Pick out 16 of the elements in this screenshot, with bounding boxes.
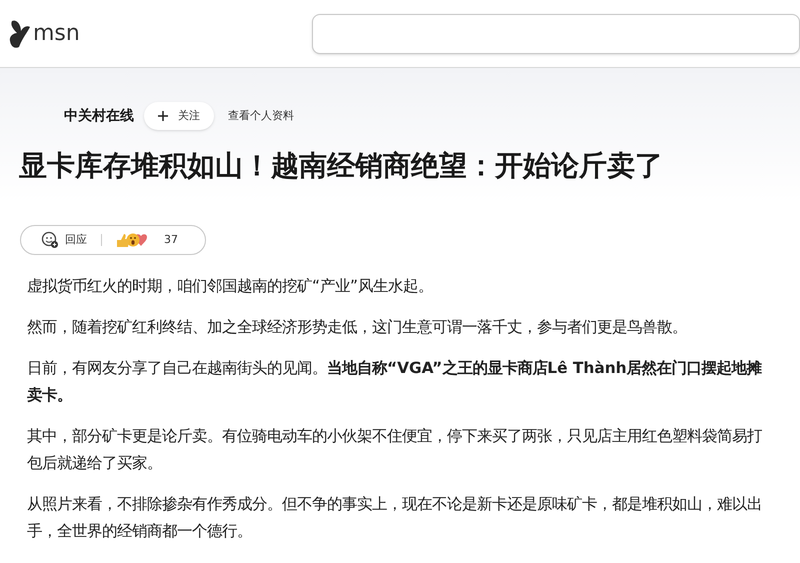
search-field[interactable] <box>312 14 800 54</box>
source-name[interactable]: 中关村在线 <box>64 106 134 126</box>
article-paragraph: 日前，有网友分享了自己在越南街头的见闻。当地自称“VGA”之王的显卡商店Lê Thành居然在门口摆起地摊卖卡。 <box>27 358 763 406</box>
article-title: 显卡库存堆积如山！越南经销商绝望：开始论斤卖了 <box>19 148 664 183</box>
butterfly-logo-icon <box>9 18 31 48</box>
article-paragraph: 其中，部分矿卡更是论斤卖。有位骑电动车的小伙架不住便宜，停下来买了两张，只见店主用红色塑料袋简易打包后就递给了买家。 <box>27 426 763 474</box>
article-paragraph: 从照片来看，不排除掺杂有作秀成分。但不争的事实上，现在不论是新卡还是原味矿卡，都是堆积如山，难以出手，全世界的经销商都一个德行。 <box>27 494 763 542</box>
profile-link[interactable]: 查看个人资料 <box>228 108 294 124</box>
article-paragraph: 虚拟货币红火的时期，咱们邻国越南的挖矿“产业”风生水起。 <box>27 276 434 297</box>
plus-icon <box>158 111 168 121</box>
reaction-count: 37 <box>164 232 178 248</box>
article-paragraph: 然而，随着挖矿红利终结、加之全球经济形势走低，这门生意可谓一落千丈，参与者们更是鸟兽散。 <box>27 317 688 338</box>
logo-text[interactable]: msn <box>33 22 80 44</box>
respond-button[interactable]: 回应 <box>41 231 87 249</box>
emoji-add-icon <box>41 231 59 249</box>
follow-button[interactable]: 关注 <box>144 102 214 130</box>
